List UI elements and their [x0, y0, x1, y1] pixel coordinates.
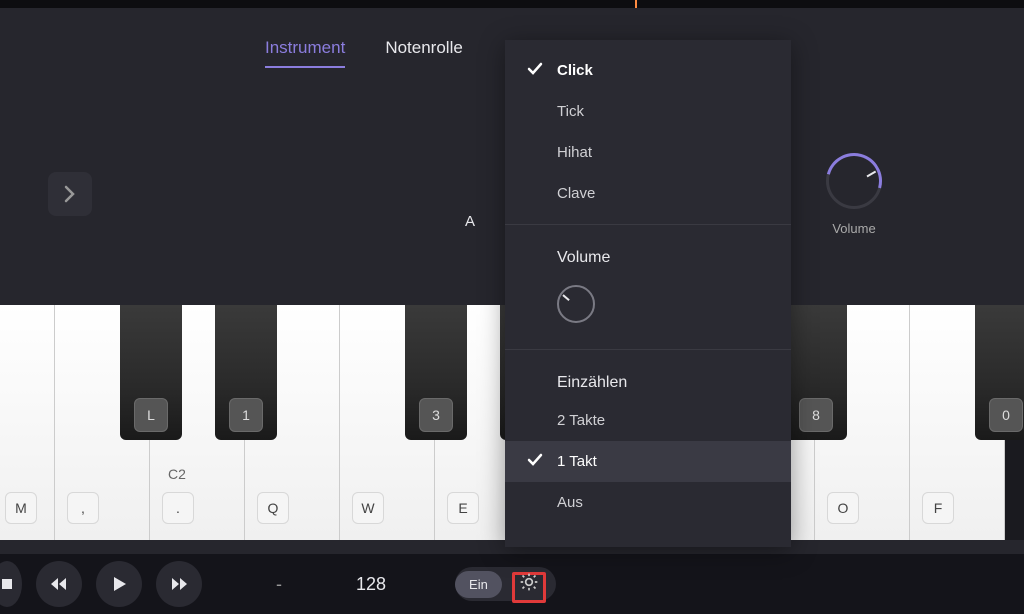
key-label: W: [352, 492, 384, 524]
key-label: Q: [257, 492, 289, 524]
nav-next-button[interactable]: [48, 172, 92, 216]
note-name: C2: [168, 466, 186, 482]
menu-item-label: Hihat: [557, 144, 592, 161]
metronome-settings-menu: Click Tick Hihat Clave Volume Einzählen …: [505, 40, 791, 547]
rewind-button[interactable]: [36, 561, 82, 607]
stop-icon: [0, 575, 16, 593]
content-area: Instrument Notenrolle A Volume M,.C2QWEI…: [0, 8, 1024, 554]
check-icon: [527, 452, 543, 472]
key-label: ,: [67, 492, 99, 524]
menu-item-2takte[interactable]: 2 Takte: [505, 400, 791, 441]
chevron-right-icon: [64, 185, 76, 203]
menu-item-label: 1 Takt: [557, 453, 597, 470]
volume-control: Volume: [814, 153, 894, 236]
white-key[interactable]: M: [0, 305, 55, 540]
hint-letter: A: [465, 213, 475, 230]
tab-notenrolle[interactable]: Notenrolle: [385, 38, 463, 68]
volume-label: Volume: [832, 221, 875, 236]
tempo-value[interactable]: 128: [356, 574, 386, 595]
volume-knob[interactable]: [826, 153, 882, 209]
menu-item-label: Click: [557, 62, 593, 79]
menu-divider: [505, 224, 791, 225]
key-label: 0: [989, 398, 1023, 432]
key-label: 1: [229, 398, 263, 432]
forward-button[interactable]: [156, 561, 202, 607]
key-label: F: [922, 492, 954, 524]
key-label: 3: [419, 398, 453, 432]
black-key[interactable]: L: [120, 305, 182, 440]
transport-dash: -: [276, 574, 282, 595]
key-label: L: [134, 398, 168, 432]
black-key[interactable]: 0: [975, 305, 1024, 440]
menu-countin-title: Einzählen: [505, 360, 791, 400]
rewind-icon: [50, 575, 68, 593]
menu-item-aus[interactable]: Aus: [505, 482, 791, 523]
tab-instrument[interactable]: Instrument: [265, 38, 345, 68]
check-icon: [527, 61, 543, 81]
menu-item-1takt[interactable]: 1 Takt: [505, 441, 791, 482]
key-label: O: [827, 492, 859, 524]
menu-item-label: Tick: [557, 103, 584, 120]
key-label: M: [5, 492, 37, 524]
menu-item-clave[interactable]: Clave: [505, 173, 791, 214]
timeline-strip: [0, 0, 1024, 8]
gear-highlight: [512, 572, 546, 603]
menu-volume-knob[interactable]: [557, 285, 595, 323]
play-button[interactable]: [96, 561, 142, 607]
menu-volume-row: [505, 275, 791, 339]
menu-item-hihat[interactable]: Hihat: [505, 132, 791, 173]
transport-bar: - 128 Ein: [0, 554, 1024, 614]
metronome-on-pill[interactable]: Ein: [455, 571, 502, 598]
black-key[interactable]: 1: [215, 305, 277, 440]
key-label: E: [447, 492, 479, 524]
menu-item-tick[interactable]: Tick: [505, 91, 791, 132]
metronome-toggle: Ein: [455, 567, 556, 601]
metronome-settings-button[interactable]: [502, 572, 556, 597]
forward-icon: [170, 575, 188, 593]
black-key[interactable]: 3: [405, 305, 467, 440]
menu-divider: [505, 349, 791, 350]
menu-item-label: Aus: [557, 494, 583, 511]
menu-item-label: 2 Takte: [557, 412, 605, 429]
menu-volume-title: Volume: [505, 235, 791, 275]
black-key[interactable]: 8: [785, 305, 847, 440]
play-icon: [110, 575, 128, 593]
menu-item-click[interactable]: Click: [505, 50, 791, 91]
menu-item-label: Clave: [557, 185, 595, 202]
key-label: .: [162, 492, 194, 524]
key-label: 8: [799, 398, 833, 432]
gear-icon: [519, 572, 539, 592]
stop-button[interactable]: [0, 561, 22, 607]
